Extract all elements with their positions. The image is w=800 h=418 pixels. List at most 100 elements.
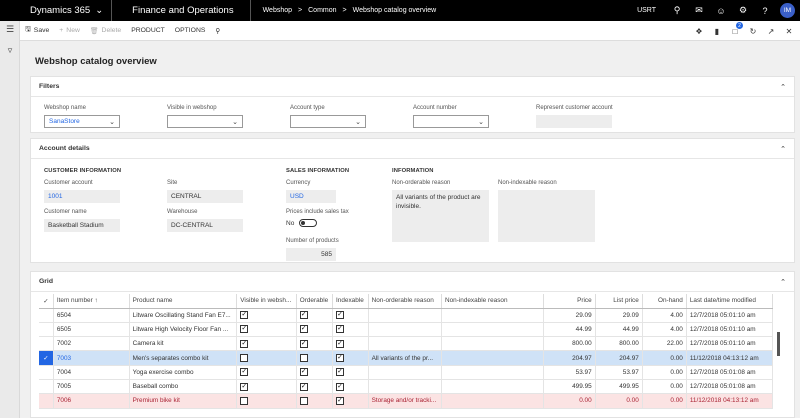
visible-checkbox[interactable]: ✓	[240, 325, 249, 334]
gear-icon[interactable]: ⚙	[732, 0, 754, 21]
indexable-checkbox[interactable]: ✓	[336, 354, 345, 363]
list-price-cell[interactable]: 499.95	[595, 379, 643, 395]
search-icon[interactable]: ⚲	[666, 0, 688, 21]
product-name-cell[interactable]: Premium bike kit	[129, 393, 238, 409]
table-row[interactable]: 7006 Premium bike kit ✓ Storage and/or trac…	[39, 393, 774, 409]
item-number-cell[interactable]: 7002	[53, 336, 130, 352]
account-number-select[interactable]: ⌄	[413, 115, 489, 128]
orderable-checkbox[interactable]: ✓	[299, 368, 308, 377]
last-modified-cell[interactable]: 11/12/2018 04:13:12 am	[686, 350, 774, 366]
last-modified-cell[interactable]: 12/7/2018 05:01:10 am	[686, 308, 774, 323]
prices-include-tax-toggle[interactable]	[299, 219, 318, 227]
column-header-last-modified[interactable]: Last date/time modified	[686, 294, 774, 309]
item-number-cell[interactable]: 6505	[53, 322, 130, 338]
column-header-non-indexable[interactable]: Non-indexable reason	[441, 294, 545, 309]
on-hand-cell[interactable]: 0.00	[642, 379, 687, 395]
message-icon[interactable]: ✉	[688, 0, 710, 21]
list-price-cell[interactable]: 29.09	[595, 308, 643, 323]
app-launcher[interactable]: Dynamics 365 ⌄	[0, 5, 103, 16]
refresh-icon[interactable]: ↻	[746, 24, 760, 38]
price-cell[interactable]: 29.09	[543, 308, 596, 323]
help-icon[interactable]: ?	[754, 0, 776, 21]
grid-header[interactable]: Grid ⌃	[31, 272, 794, 292]
indexable-checkbox[interactable]: ✓	[336, 368, 345, 377]
last-modified-cell[interactable]: 12/7/2018 05:01:08 am	[686, 365, 774, 380]
column-header-non-orderable[interactable]: Non-orderable reason	[368, 294, 443, 309]
orderable-checkbox[interactable]: ✓	[299, 382, 308, 391]
orderable-checkbox[interactable]: ✓	[299, 311, 308, 320]
orderable-checkbox[interactable]: ✓	[299, 325, 308, 334]
filters-header[interactable]: Filters ⌃	[31, 77, 794, 97]
indexable-checkbox[interactable]: ✓	[336, 311, 345, 320]
non-indexable-reason-cell[interactable]	[441, 336, 545, 352]
price-cell[interactable]: 44.99	[543, 322, 596, 338]
list-price-cell[interactable]: 0.00	[595, 393, 643, 409]
tab-options[interactable]: OPTIONS	[170, 27, 211, 34]
table-row[interactable]: 6505 Litware High Velocity Floor Fan ... ✓…	[39, 322, 774, 338]
diamond-icon[interactable]: ❖	[692, 24, 706, 38]
visible-checkbox[interactable]	[240, 354, 249, 363]
item-number-cell[interactable]: 7004	[53, 365, 130, 380]
product-name-cell[interactable]: Men's separates combo kit	[129, 350, 238, 366]
new-button[interactable]: + New	[54, 27, 85, 34]
chevron-up-icon[interactable]: ⌃	[780, 278, 786, 286]
list-price-cell[interactable]: 44.99	[595, 322, 643, 338]
visible-checkbox[interactable]: ✓	[240, 368, 249, 377]
item-number-cell[interactable]: 7003	[53, 350, 130, 366]
column-header-item-number[interactable]: Item number ↑	[53, 294, 130, 309]
product-name-cell[interactable]: Litware High Velocity Floor Fan ...	[129, 322, 238, 338]
webshop-name-input[interactable]: SanaStore ⌄	[44, 115, 120, 128]
non-orderable-reason-cell[interactable]: All variants of the pr...	[368, 350, 443, 366]
currency-value[interactable]: USD	[286, 190, 336, 203]
price-cell[interactable]: 204.97	[543, 350, 596, 366]
table-row[interactable]: 7004 Yoga exercise combo ✓ ✓ ✓ 53.97 53.97 0.00…	[39, 365, 774, 380]
row-selector[interactable]	[39, 365, 54, 380]
price-cell[interactable]: 499.95	[543, 379, 596, 395]
on-hand-cell[interactable]: 0.00	[642, 393, 687, 409]
list-price-cell[interactable]: 53.97	[595, 365, 643, 380]
last-modified-cell[interactable]: 12/7/2018 05:01:10 am	[686, 336, 774, 352]
non-orderable-reason-cell[interactable]	[368, 336, 443, 352]
avatar[interactable]: IM	[780, 3, 795, 18]
column-header-orderable[interactable]: Orderable	[296, 294, 334, 309]
row-selector[interactable]	[39, 308, 54, 323]
item-number-cell[interactable]: 7006	[53, 393, 130, 409]
select-all-checkbox[interactable]: ✓	[39, 294, 54, 309]
orderable-checkbox[interactable]	[299, 396, 308, 405]
tab-product[interactable]: PRODUCT	[126, 27, 170, 34]
orderable-checkbox[interactable]: ✓	[299, 339, 308, 348]
visible-checkbox[interactable]	[240, 396, 249, 405]
product-name-cell[interactable]: Camera kit	[129, 336, 238, 352]
indexable-checkbox[interactable]: ✓	[336, 396, 345, 405]
breadcrumb-item-webshop[interactable]: Webshop	[263, 7, 292, 14]
column-header-on-hand[interactable]: On-hand	[642, 294, 687, 309]
non-indexable-reason-cell[interactable]	[441, 308, 545, 323]
indexable-checkbox[interactable]: ✓	[336, 382, 345, 391]
row-selector[interactable]	[39, 322, 54, 338]
module-name[interactable]: Finance and Operations	[120, 5, 249, 16]
product-name-cell[interactable]: Baseball combo	[129, 379, 238, 395]
row-selector[interactable]	[39, 393, 54, 409]
column-header-visible[interactable]: Visible in websh...	[236, 294, 297, 309]
non-orderable-reason-cell[interactable]	[368, 365, 443, 380]
office-icon[interactable]: ▮	[710, 24, 724, 38]
hamburger-icon[interactable]: ☰	[0, 21, 20, 38]
grid-scrollbar[interactable]	[777, 332, 780, 356]
chevron-up-icon[interactable]: ⌃	[780, 83, 786, 91]
column-header-product-name[interactable]: Product name	[129, 294, 238, 309]
visible-checkbox[interactable]: ✓	[240, 311, 249, 320]
non-indexable-reason-cell[interactable]	[441, 379, 545, 395]
product-name-cell[interactable]: Yoga exercise combo	[129, 365, 238, 380]
save-button[interactable]: 🖫 Save	[20, 25, 54, 36]
notification-icon[interactable]: □ 2	[728, 22, 743, 38]
non-orderable-reason-cell[interactable]	[368, 308, 443, 323]
account-type-select[interactable]: ⌄	[290, 115, 366, 128]
non-orderable-reason-cell[interactable]	[368, 379, 443, 395]
indexable-checkbox[interactable]: ✓	[336, 325, 345, 334]
on-hand-cell[interactable]: 0.00	[642, 365, 687, 380]
visible-checkbox[interactable]: ✓	[240, 339, 249, 348]
customer-account-value[interactable]: 1001	[44, 190, 120, 203]
on-hand-cell[interactable]: 4.00	[642, 322, 687, 338]
non-indexable-reason-cell[interactable]	[441, 393, 545, 409]
last-modified-cell[interactable]: 11/12/2018 04:13:12 am	[686, 393, 774, 409]
